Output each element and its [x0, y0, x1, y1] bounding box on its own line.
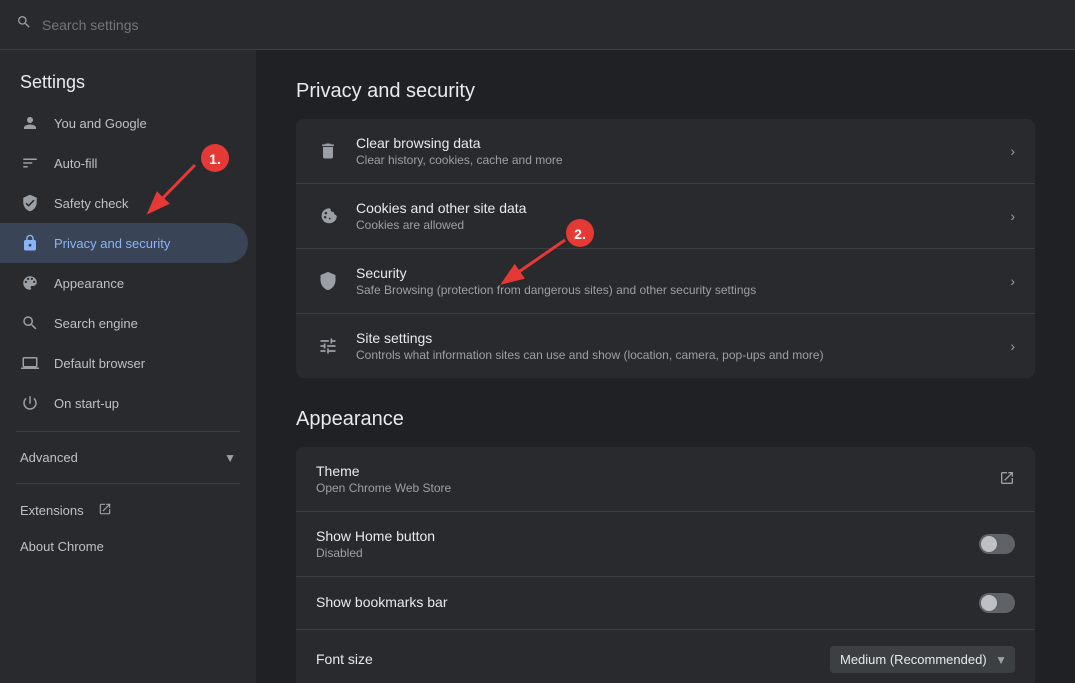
- sidebar-item-appearance-label: Appearance: [54, 276, 228, 291]
- show-home-button-item[interactable]: Show Home button Disabled: [296, 512, 1035, 577]
- chevron-right-icon: ›: [1010, 143, 1015, 159]
- show-home-button-subtitle: Disabled: [316, 546, 963, 560]
- show-bookmarks-bar-item[interactable]: Show bookmarks bar: [296, 577, 1035, 630]
- show-home-button-content: Show Home button Disabled: [316, 528, 963, 560]
- cookies-content: Cookies and other site data Cookies are …: [356, 200, 994, 232]
- palette-icon: [20, 273, 40, 293]
- font-size-dropdown[interactable]: Medium (Recommended) Small Large Very la…: [830, 646, 1015, 673]
- show-bookmarks-bar-title: Show bookmarks bar: [316, 594, 963, 610]
- cookies-item[interactable]: Cookies and other site data Cookies are …: [296, 184, 1035, 249]
- sidebar-item-you-and-google[interactable]: You and Google: [0, 103, 248, 143]
- external-link-icon: [98, 502, 112, 519]
- header: [0, 0, 1075, 50]
- sliders-icon: [316, 334, 340, 358]
- clear-browsing-data-title: Clear browsing data: [356, 135, 994, 151]
- theme-content: Theme Open Chrome Web Store: [316, 463, 983, 495]
- open-external-icon: [999, 470, 1015, 489]
- sidebar-divider-2: [16, 483, 240, 484]
- security-content: Security Safe Browsing (protection from …: [356, 265, 994, 297]
- sidebar: Settings You and Google Auto-fill: [0, 50, 256, 683]
- sidebar-extensions-label: Extensions: [20, 503, 84, 518]
- security-subtitle: Safe Browsing (protection from dangerous…: [356, 283, 994, 297]
- main-layout: Settings You and Google Auto-fill: [0, 50, 1075, 683]
- font-size-dropdown-wrap: Medium (Recommended) Small Large Very la…: [830, 646, 1015, 673]
- site-settings-title: Site settings: [356, 330, 994, 346]
- sidebar-item-safety-check[interactable]: Safety check: [0, 183, 248, 223]
- main-content: Privacy and security Clear browsing data…: [256, 50, 1075, 683]
- monitor-icon: [20, 353, 40, 373]
- sidebar-item-you-and-google-label: You and Google: [54, 116, 228, 131]
- autofill-icon: [20, 153, 40, 173]
- site-settings-subtitle: Controls what information sites can use …: [356, 348, 994, 362]
- chevron-right-icon-2: ›: [1010, 208, 1015, 224]
- sidebar-item-default-browser[interactable]: Default browser: [0, 343, 248, 383]
- search-input[interactable]: [42, 17, 342, 33]
- font-size-item[interactable]: Font size Medium (Recommended) Small Lar…: [296, 630, 1035, 683]
- clear-browsing-data-item[interactable]: Clear browsing data Clear history, cooki…: [296, 119, 1035, 184]
- cookies-title: Cookies and other site data: [356, 200, 994, 216]
- sidebar-extensions[interactable]: Extensions: [0, 492, 256, 529]
- sidebar-item-about-chrome[interactable]: About Chrome: [0, 529, 248, 564]
- trash-icon: [316, 139, 340, 163]
- sidebar-about-label: About Chrome: [20, 539, 228, 554]
- theme-item[interactable]: Theme Open Chrome Web Store: [296, 447, 1035, 512]
- show-home-button-title: Show Home button: [316, 528, 963, 544]
- sidebar-item-on-start-up[interactable]: On start-up: [0, 383, 248, 423]
- privacy-section-title: Privacy and security: [296, 80, 1035, 103]
- sidebar-item-auto-fill-label: Auto-fill: [54, 156, 228, 171]
- sidebar-item-privacy-label: Privacy and security: [54, 236, 228, 251]
- chevron-down-icon: ▼: [224, 451, 236, 465]
- sidebar-item-search-engine-label: Search engine: [54, 316, 228, 331]
- cookies-subtitle: Cookies are allowed: [356, 218, 994, 232]
- security-title: Security: [356, 265, 994, 281]
- search-icon: [16, 14, 32, 35]
- sidebar-item-default-browser-label: Default browser: [54, 356, 228, 371]
- site-settings-content: Site settings Controls what information …: [356, 330, 994, 362]
- appearance-section-title: Appearance: [296, 408, 1035, 431]
- theme-title: Theme: [316, 463, 983, 479]
- sidebar-advanced-label: Advanced: [20, 450, 210, 465]
- cookie-icon: [316, 204, 340, 228]
- security-shield-icon: [316, 269, 340, 293]
- chevron-right-icon-4: ›: [1010, 338, 1015, 354]
- chevron-right-icon-3: ›: [1010, 273, 1015, 289]
- clear-browsing-data-content: Clear browsing data Clear history, cooki…: [356, 135, 994, 167]
- sidebar-item-auto-fill[interactable]: Auto-fill: [0, 143, 248, 183]
- sidebar-item-safety-check-label: Safety check: [54, 196, 228, 211]
- show-bookmarks-bar-content: Show bookmarks bar: [316, 594, 963, 612]
- sidebar-item-search-engine[interactable]: Search engine: [0, 303, 248, 343]
- sidebar-divider: [16, 431, 240, 432]
- security-item[interactable]: Security Safe Browsing (protection from …: [296, 249, 1035, 314]
- sidebar-title: Settings: [0, 58, 256, 103]
- show-bookmarks-bar-toggle[interactable]: [979, 593, 1015, 613]
- appearance-card-list: Theme Open Chrome Web Store Show Home bu…: [296, 447, 1035, 683]
- font-size-title: Font size: [316, 651, 814, 667]
- sidebar-item-privacy-and-security[interactable]: Privacy and security: [0, 223, 248, 263]
- sidebar-advanced[interactable]: Advanced ▼: [0, 440, 256, 475]
- sidebar-item-appearance[interactable]: Appearance: [0, 263, 248, 303]
- power-icon: [20, 393, 40, 413]
- show-home-button-toggle[interactable]: [979, 534, 1015, 554]
- safety-check-icon: [20, 193, 40, 213]
- lock-icon: [20, 233, 40, 253]
- font-size-content: Font size: [316, 651, 814, 669]
- search-engine-icon: [20, 313, 40, 333]
- theme-subtitle: Open Chrome Web Store: [316, 481, 983, 495]
- privacy-card-list: Clear browsing data Clear history, cooki…: [296, 119, 1035, 378]
- sidebar-item-on-start-up-label: On start-up: [54, 396, 228, 411]
- person-icon: [20, 113, 40, 133]
- site-settings-item[interactable]: Site settings Controls what information …: [296, 314, 1035, 378]
- clear-browsing-data-subtitle: Clear history, cookies, cache and more: [356, 153, 994, 167]
